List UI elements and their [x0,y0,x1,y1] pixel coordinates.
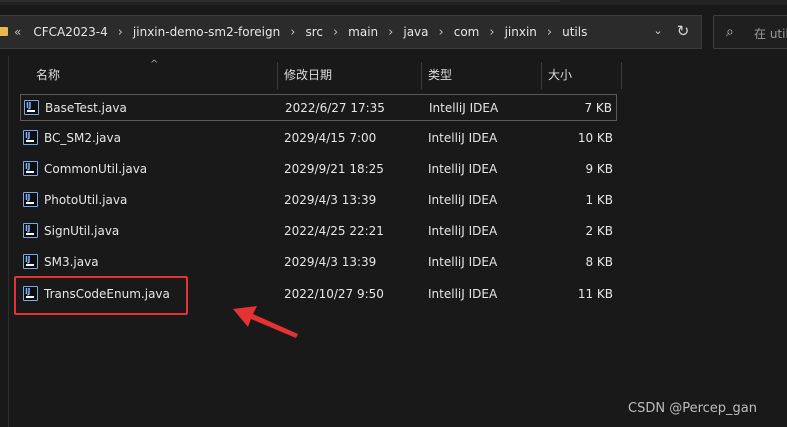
annotation-arrow-icon [233,306,298,338]
watermark: CSDN @Percep_gan [628,401,757,416]
